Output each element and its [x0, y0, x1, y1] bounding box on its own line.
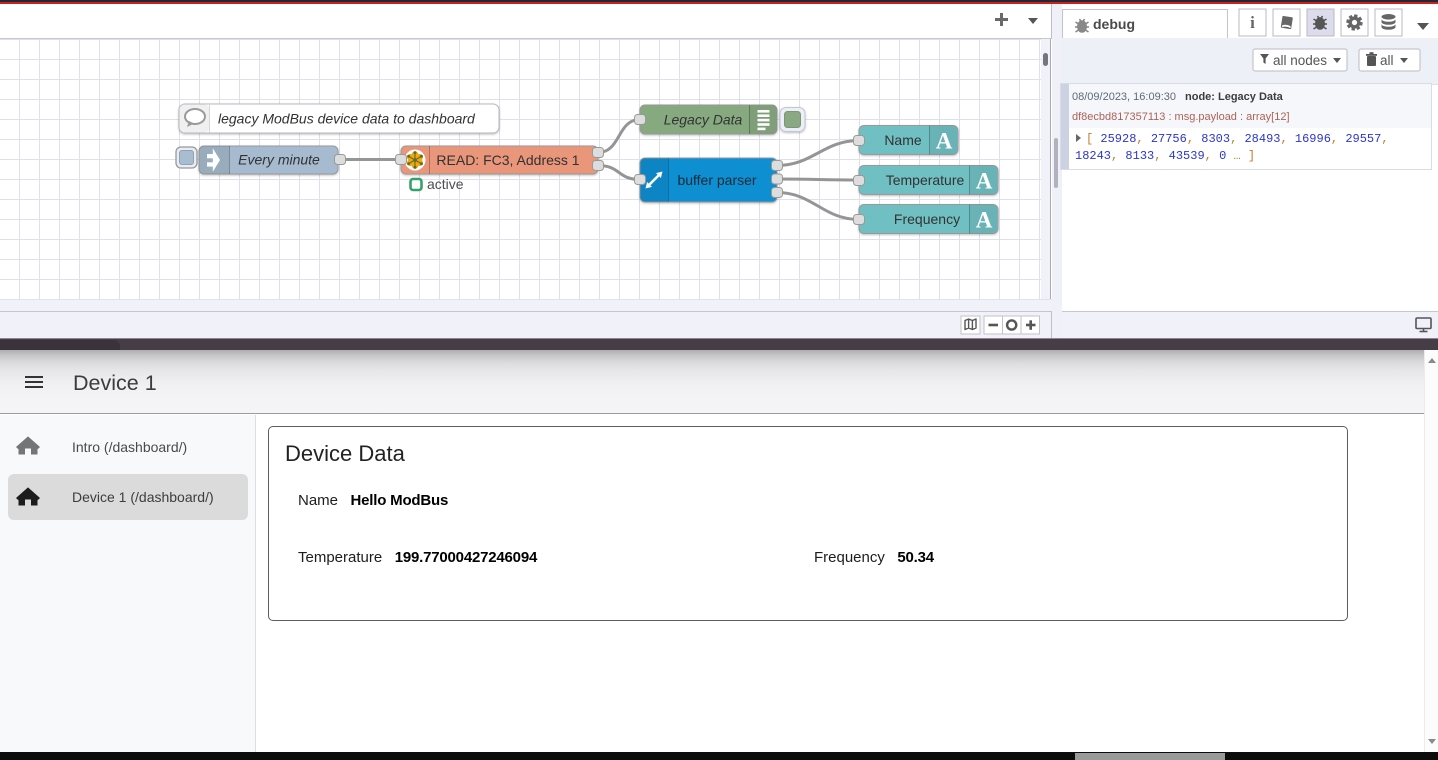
svg-text:legacy ModBus device data to d: legacy ModBus device data to dashboard: [218, 111, 476, 127]
svg-text:buffer parser: buffer parser: [677, 172, 756, 188]
svg-text:Every minute: Every minute: [238, 152, 320, 168]
svg-text:A: A: [936, 129, 953, 154]
svg-text:READ: FC3, Address 1: READ: FC3, Address 1: [436, 152, 579, 168]
svg-text:A: A: [976, 208, 993, 233]
svg-text:A: A: [976, 169, 993, 194]
svg-text:Frequency: Frequency: [894, 211, 960, 227]
svg-text:Temperature: Temperature: [886, 172, 965, 188]
svg-text:all: all: [1380, 53, 1394, 68]
svg-text:all nodes: all nodes: [1273, 53, 1327, 68]
svg-text:Legacy Data: Legacy Data: [664, 112, 743, 128]
svg-text:i: i: [1250, 13, 1255, 32]
svg-text:active: active: [427, 176, 464, 192]
svg-text:Name: Name: [884, 132, 922, 148]
